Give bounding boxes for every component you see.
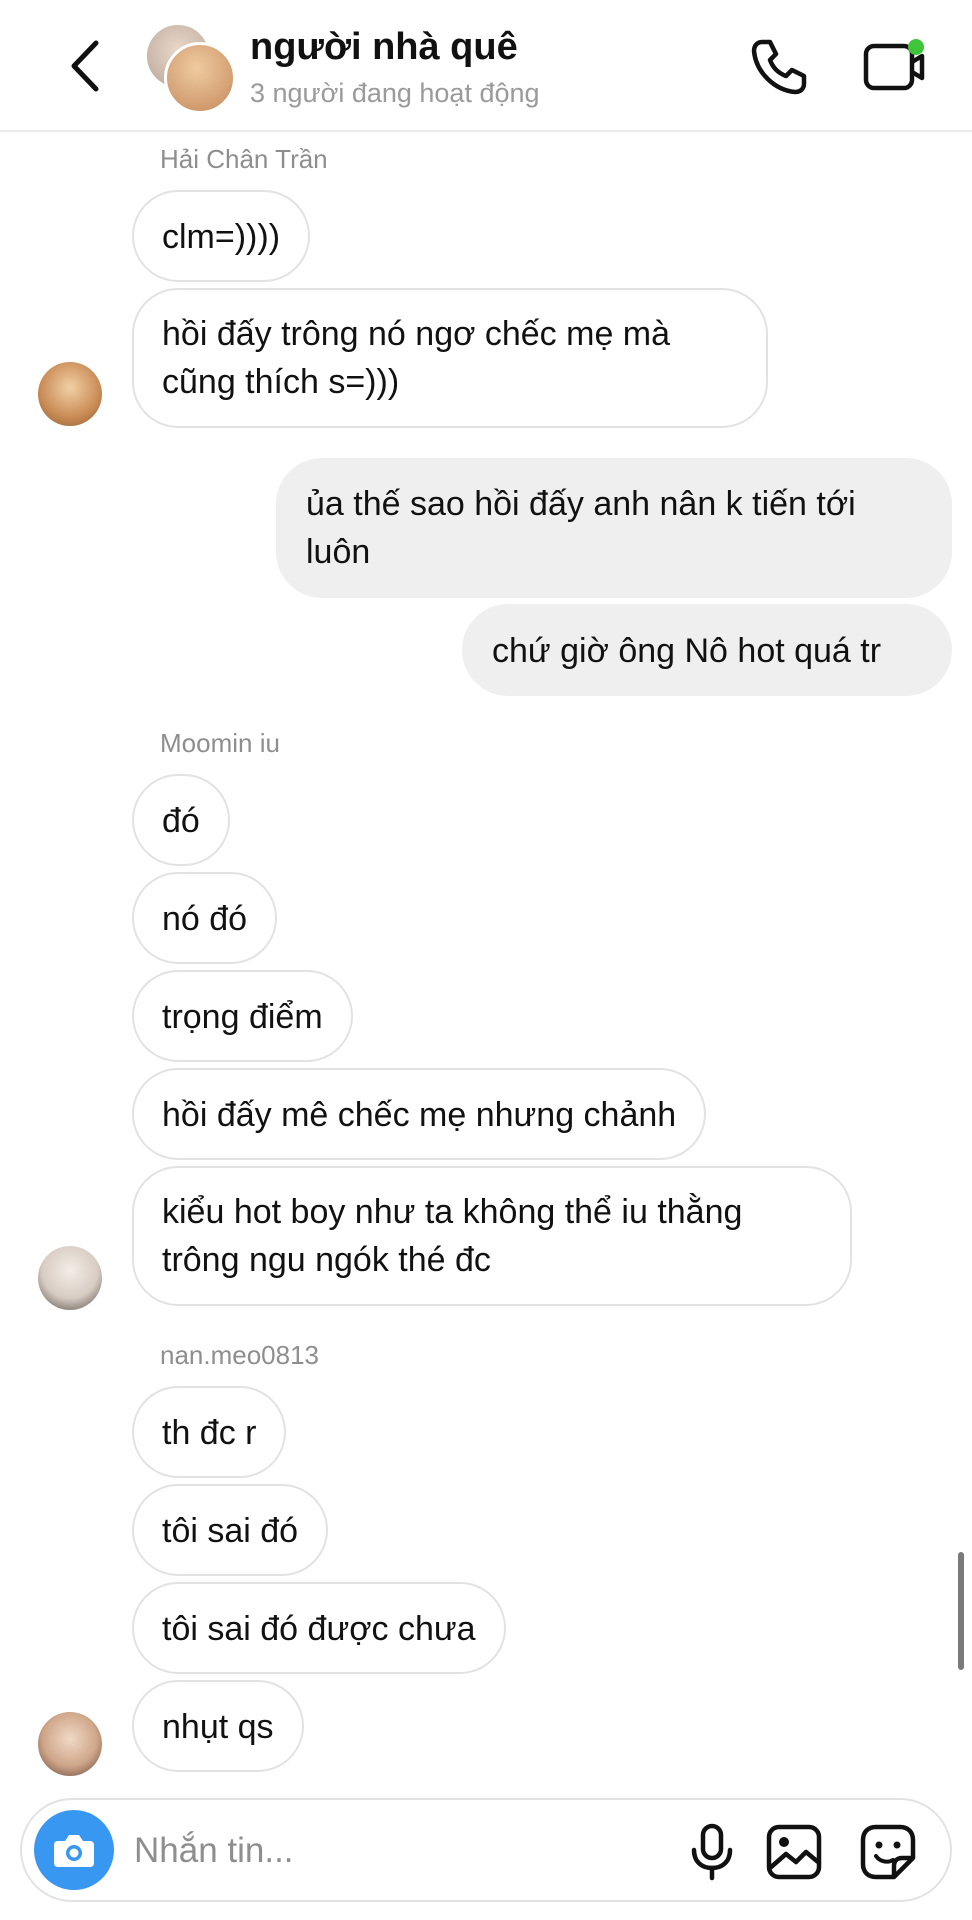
message-bubble[interactable]: kiểu hot boy như ta không thể iu thằng t… (132, 1166, 852, 1306)
sender-avatar[interactable] (38, 1712, 102, 1776)
video-call-button[interactable] (862, 36, 928, 98)
message-bubble[interactable]: nó đó (132, 872, 278, 964)
sender-avatar[interactable] (38, 362, 102, 426)
outgoing-message-bubble[interactable]: ủa thế sao hồi đấy anh nân k tiến tới lu… (276, 458, 952, 598)
active-status: 3 người đang hoạt động (250, 78, 540, 108)
message-bubble[interactable]: tôi sai đó (132, 1484, 329, 1576)
message-bubble[interactable]: hồi đấy trông nó ngơ chếc mẹ mà cũng thí… (132, 288, 768, 428)
sender-name: Hải Chân Trần (160, 144, 328, 174)
outgoing-message-bubble[interactable]: chứ giờ ông Nô hot quá tr (462, 604, 952, 696)
camera-icon (54, 1835, 94, 1867)
camera-button[interactable] (34, 1810, 114, 1890)
member-avatar (164, 42, 236, 114)
video-camera-icon (863, 39, 925, 91)
microphone-icon (691, 1823, 733, 1881)
message-bubble[interactable]: đó (132, 774, 230, 866)
message-composer (20, 1798, 952, 1902)
sender-name: nan.meo0813 (160, 1340, 320, 1370)
phone-icon (751, 39, 807, 95)
message-input[interactable] (132, 1824, 576, 1878)
sticker-icon (860, 1824, 916, 1880)
chat-header: người nhà quê 3 người đang hoạt động (0, 0, 972, 132)
message-bubble[interactable]: nhụt qs (132, 1680, 304, 1772)
back-button[interactable] (60, 36, 110, 96)
sender-name: Moomin iu (160, 728, 280, 758)
voice-message-button[interactable] (684, 1822, 740, 1882)
sticker-button[interactable] (858, 1822, 918, 1882)
scrollbar[interactable] (958, 1552, 964, 1670)
chevron-left-icon (71, 40, 99, 92)
image-icon (766, 1824, 822, 1880)
message-bubble[interactable]: trọng điểm (132, 970, 353, 1062)
message-bubble[interactable]: hồi đấy mê chếc mẹ nhưng chảnh (132, 1068, 707, 1160)
sender-avatar[interactable] (38, 1246, 102, 1310)
call-button[interactable] (748, 36, 810, 98)
chat-screen: người nhà quê 3 người đang hoạt động Hải… (0, 0, 972, 1920)
group-avatar[interactable] (144, 22, 236, 114)
chat-title[interactable]: người nhà quê (250, 26, 518, 69)
message-bubble[interactable]: th đc r (132, 1386, 287, 1478)
message-bubble[interactable]: tôi sai đó được chưa (132, 1582, 506, 1674)
message-bubble[interactable]: clm=)))) (132, 190, 311, 282)
gallery-button[interactable] (764, 1822, 824, 1882)
